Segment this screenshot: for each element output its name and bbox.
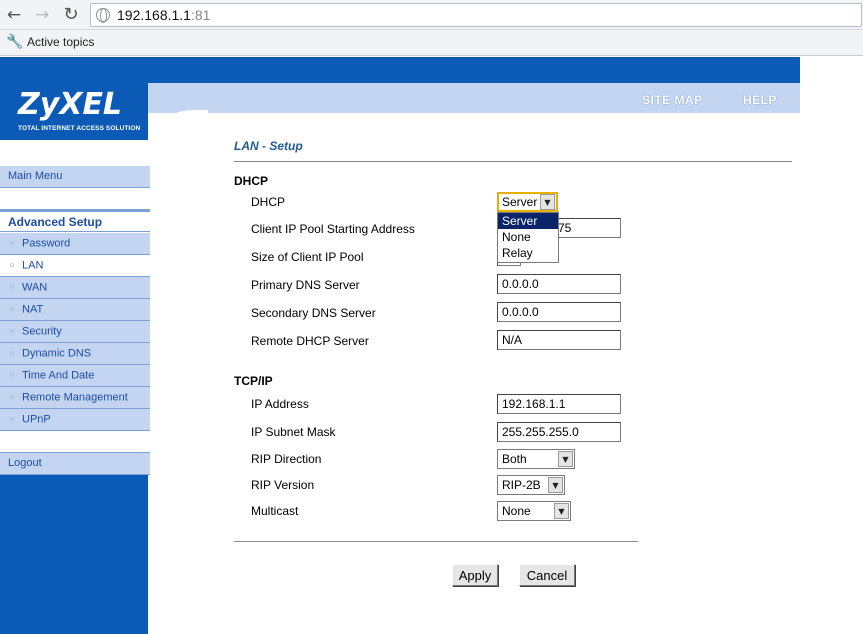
- tcpip-section-heading: TCP/IP: [234, 374, 273, 388]
- pool-start-value: 75: [558, 221, 572, 235]
- forward-arrow-icon[interactable]: →: [32, 5, 52, 25]
- site-map-link[interactable]: SITE MAP: [642, 93, 703, 107]
- address-bar[interactable]: 192.168.1.1:81: [90, 3, 862, 27]
- primary-dns-label: Primary DNS Server: [251, 278, 360, 292]
- url-port: :81: [190, 7, 211, 23]
- sidebar-spacer: [0, 431, 150, 453]
- bullet-icon: ○: [10, 350, 15, 357]
- wrench-icon: 🔧: [6, 34, 24, 50]
- rip-version-value: RIP-2B: [502, 478, 541, 492]
- bullet-icon: ○: [10, 306, 15, 313]
- ip-address-input[interactable]: [497, 394, 621, 414]
- bookmarks-bar: 🔧 Active topics: [0, 30, 863, 56]
- dhcp-option-server[interactable]: Server: [498, 213, 558, 229]
- dhcp-select-value: Server: [502, 195, 538, 209]
- sidebar-item-remote-management[interactable]: ○ Remote Management: [0, 387, 150, 409]
- rip-direction-label: RIP Direction: [251, 452, 322, 466]
- dhcp-option-relay[interactable]: Relay: [498, 245, 558, 261]
- secondary-dns-input[interactable]: [497, 302, 621, 322]
- logo-text: ZyXEL: [18, 87, 123, 122]
- sidebar-item-label: WAN: [22, 281, 48, 294]
- remote-dhcp-input[interactable]: [497, 330, 621, 350]
- sidebar-item-dynamic-dns[interactable]: ○ Dynamic DNS: [0, 343, 150, 365]
- ip-address-label: IP Address: [251, 397, 309, 411]
- bullet-icon: ○: [10, 240, 15, 247]
- url-host: 192.168.1.1: [117, 7, 191, 23]
- dhcp-select[interactable]: Server ▼: [497, 192, 558, 212]
- page-title: LAN - Setup: [234, 139, 303, 153]
- bullet-icon: ○: [10, 372, 15, 379]
- sidebar-item-lan[interactable]: ○ LAN: [0, 255, 150, 277]
- sidebar-item-time-and-date[interactable]: ○ Time And Date: [0, 365, 150, 387]
- chevron-down-icon[interactable]: ▼: [548, 477, 563, 493]
- rip-direction-value: Both: [502, 452, 527, 466]
- sidebar-item-password[interactable]: ○ Password: [0, 233, 150, 255]
- bullet-icon: ○: [10, 416, 15, 423]
- sidebar-item-label: Dynamic DNS: [22, 347, 92, 360]
- subnet-mask-input[interactable]: [497, 422, 621, 442]
- sidebar-item-security[interactable]: ○ Security: [0, 321, 150, 343]
- globe-icon: [96, 8, 110, 23]
- multicast-value: None: [502, 504, 531, 518]
- bullet-icon: ○: [10, 284, 15, 291]
- bullet-icon: ○: [10, 394, 15, 401]
- rip-direction-select[interactable]: Both ▼: [497, 449, 575, 469]
- pool-start-label: Client IP Pool Starting Address: [251, 222, 415, 236]
- sidebar-advanced-setup[interactable]: Advanced Setup: [0, 210, 150, 232]
- multicast-label: Multicast: [251, 504, 299, 518]
- back-arrow-icon[interactable]: ←: [4, 5, 24, 25]
- secondary-dns-label: Secondary DNS Server: [251, 306, 376, 320]
- chevron-down-icon[interactable]: ▼: [558, 451, 573, 467]
- chevron-down-icon[interactable]: ▼: [540, 194, 555, 210]
- dhcp-label: DHCP: [251, 195, 286, 209]
- chevron-down-icon[interactable]: ▼: [554, 503, 569, 519]
- sidebar-spacer: [0, 188, 150, 210]
- rip-version-label: RIP Version: [251, 478, 315, 492]
- help-link[interactable]: HELP: [743, 93, 777, 107]
- url-text: 192.168.1.1:81: [117, 7, 210, 23]
- logo: ZyXEL TOTAL INTERNET ACCESS SOLUTION: [0, 57, 148, 140]
- sidebar-item-label: Remote Management: [22, 391, 128, 404]
- router-page: SITE MAP HELP ZyXEL TOTAL INTERNET ACCES…: [0, 57, 863, 634]
- cancel-button[interactable]: Cancel: [519, 564, 575, 586]
- sidebar-item-label: Security: [22, 325, 62, 338]
- multicast-select[interactable]: None ▼: [497, 501, 571, 521]
- dhcp-dropdown-list[interactable]: Server None Relay: [497, 212, 559, 263]
- sidebar-item-label: LAN: [22, 259, 44, 272]
- sidebar-footer-fill: [0, 475, 148, 634]
- sidebar-item-label: Password: [22, 237, 71, 250]
- sidebar-logout[interactable]: Logout: [0, 453, 150, 475]
- divider: [234, 161, 792, 162]
- pool-size-label: Size of Client IP Pool: [251, 250, 364, 264]
- sidebar-main-menu[interactable]: Main Menu: [0, 166, 150, 188]
- remote-dhcp-label: Remote DHCP Server: [251, 334, 369, 348]
- subnet-mask-label: IP Subnet Mask: [251, 425, 336, 439]
- bullet-icon: ○: [10, 262, 15, 269]
- bookmark-active-topics[interactable]: Active topics: [27, 35, 94, 49]
- sidebar-item-wan[interactable]: ○ WAN: [0, 277, 150, 299]
- sidebar-item-nat[interactable]: ○ NAT: [0, 299, 150, 321]
- header-strip: [148, 57, 800, 83]
- sidebar-item-label: NAT: [22, 303, 44, 316]
- sidebar-item-label: UPnP: [22, 413, 51, 426]
- divider: [234, 541, 638, 542]
- apply-button[interactable]: Apply: [452, 564, 498, 586]
- bullet-icon: ○: [10, 328, 15, 335]
- reload-icon[interactable]: ↻: [61, 5, 81, 25]
- header-curve: [148, 110, 208, 170]
- sidebar-item-upnp[interactable]: ○ UPnP: [0, 409, 150, 431]
- dhcp-section-heading: DHCP: [234, 174, 269, 188]
- browser-toolbar: ← → ↻ 192.168.1.1:81: [0, 0, 863, 30]
- primary-dns-input[interactable]: [497, 274, 621, 294]
- sidebar-item-label: Time And Date: [22, 369, 95, 382]
- dhcp-option-none[interactable]: None: [498, 229, 558, 245]
- logo-tagline: TOTAL INTERNET ACCESS SOLUTION: [18, 125, 141, 132]
- rip-version-select[interactable]: RIP-2B ▼: [497, 475, 565, 495]
